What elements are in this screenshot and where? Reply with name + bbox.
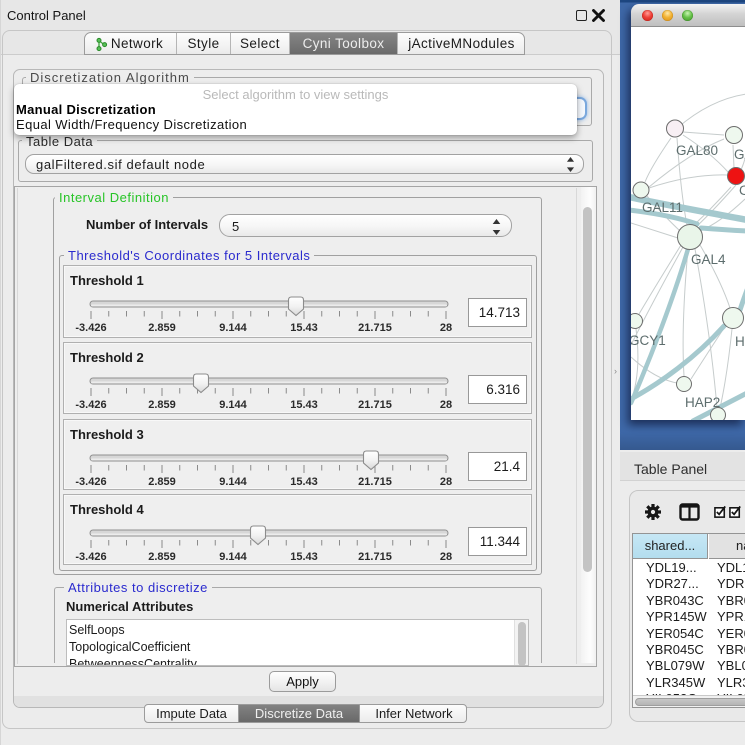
- svg-text:C: C: [739, 183, 745, 198]
- svg-text:2.859: 2.859: [148, 476, 176, 488]
- svg-text:15.43: 15.43: [290, 551, 318, 563]
- svg-text:H: H: [735, 334, 745, 349]
- svg-text:-3.426: -3.426: [75, 551, 106, 563]
- svg-text:15.43: 15.43: [290, 476, 318, 488]
- svg-text:21.715: 21.715: [358, 476, 392, 488]
- svg-text:GAL11: GAL11: [642, 200, 683, 215]
- svg-text:-3.426: -3.426: [75, 476, 106, 488]
- svg-text:21.715: 21.715: [358, 322, 392, 334]
- svg-text:9.144: 9.144: [219, 399, 247, 411]
- svg-text:GAL4: GAL4: [691, 252, 726, 267]
- svg-text:9.144: 9.144: [219, 322, 247, 334]
- svg-text:GA: GA: [734, 147, 745, 162]
- svg-text:-3.426: -3.426: [75, 399, 106, 411]
- svg-text:9.144: 9.144: [219, 476, 247, 488]
- svg-text:2.859: 2.859: [148, 399, 176, 411]
- svg-text:2.859: 2.859: [148, 322, 176, 334]
- svg-text:28: 28: [440, 551, 452, 563]
- svg-text:28: 28: [440, 399, 452, 411]
- svg-text:HAP2: HAP2: [685, 395, 720, 410]
- svg-text:GAL80: GAL80: [676, 143, 718, 158]
- svg-text:21.715: 21.715: [358, 551, 392, 563]
- svg-text:15.43: 15.43: [290, 399, 318, 411]
- svg-text:15.43: 15.43: [290, 322, 318, 334]
- svg-text:GCY1: GCY1: [631, 333, 666, 348]
- svg-text:28: 28: [440, 322, 452, 334]
- svg-text:28: 28: [440, 476, 452, 488]
- svg-text:9.144: 9.144: [219, 551, 247, 563]
- svg-text:2.859: 2.859: [148, 551, 176, 563]
- svg-text:21.715: 21.715: [358, 399, 392, 411]
- svg-text:-3.426: -3.426: [75, 322, 106, 334]
